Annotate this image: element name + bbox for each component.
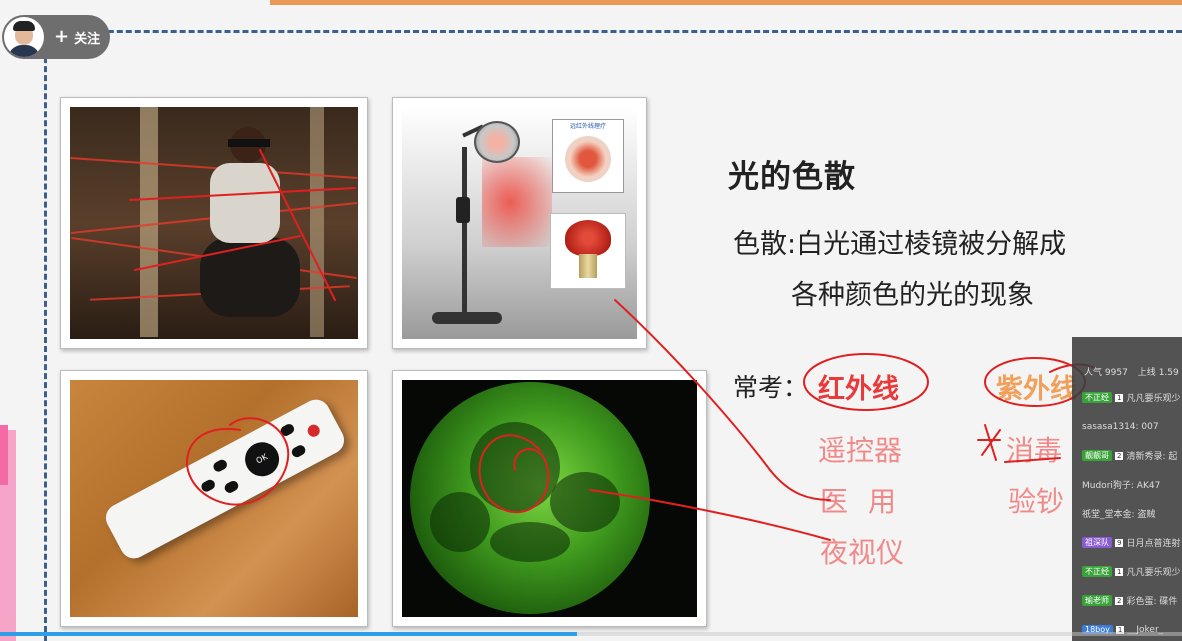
annotation-swirl-night-vision (478, 434, 550, 514)
playback-progress-fill[interactable] (0, 632, 577, 636)
annotation-circle-remote (186, 417, 290, 506)
online-label: 上线 (1137, 368, 1156, 378)
annotation-laser-line-1 (129, 187, 356, 201)
annotation-laser-line-2 (134, 235, 301, 271)
handwritten-annotations (129, 149, 1101, 541)
chat-message: 不正经 1 凡凡要乐观少 (1072, 557, 1182, 586)
viewers-label: 人气 (1084, 368, 1103, 378)
viewer-count: 9957 (1104, 368, 1128, 378)
annotation-line-nv-to-label (589, 489, 831, 541)
annotation-underline-disinfect (1004, 457, 1061, 463)
chat-message: 祖深队 9 日月点普连射 (1072, 528, 1182, 557)
online-count: 1.59 (1158, 368, 1179, 378)
chat-stats: 人气 9957 上线 1.59 (1072, 337, 1182, 383)
annotation-laser-line-3 (259, 149, 336, 301)
annotation-line-lamp-to-medical (614, 299, 831, 501)
annotation-star-disinfect (977, 424, 1001, 461)
annotation-circle-infrared (803, 353, 929, 411)
chat-message: 祇堂_堂本金: 盗贼 (1082, 510, 1156, 520)
chat-message: 瑜老师 2 彩色蛋: 碟件 (1072, 586, 1182, 615)
chat-message: 不正经 1 凡凡要乐观少 (1072, 383, 1182, 412)
live-chat-panel[interactable]: 人气 9957 上线 1.59 不正经 1 凡凡要乐观少 sasasa1314: 0… (1072, 337, 1182, 641)
chat-message: Mudori狗子: AK47 (1082, 481, 1161, 491)
chat-message: 18boy 1 __Joker_ (1072, 615, 1182, 641)
chat-message: 靓靓哥 2 清新秀录: 起 (1072, 441, 1182, 470)
chat-message: sasasa1314: 007 (1082, 421, 1159, 432)
